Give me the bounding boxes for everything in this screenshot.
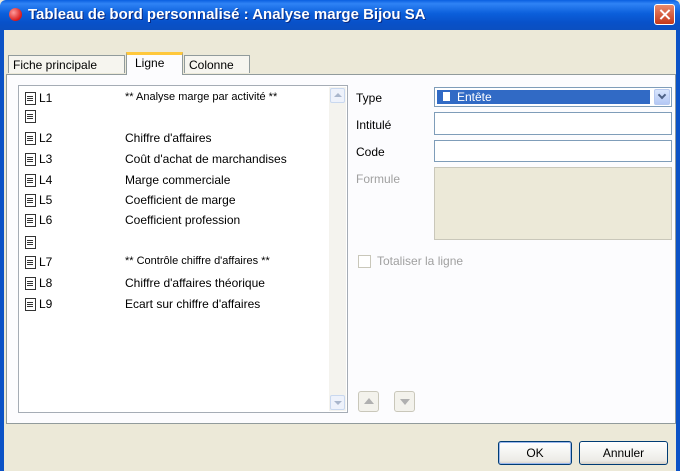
list-item[interactable]: L9 Ecart sur chiffre d'affaires	[19, 296, 329, 314]
line-label: Chiffre d'affaires	[125, 131, 212, 145]
list-item[interactable]: L1 ** Analyse marge par activité **	[19, 90, 329, 108]
list-item[interactable]: L7 ** Contrôle chiffre d'affaires **	[19, 254, 329, 272]
line-label: Chiffre d'affaires théorique	[125, 276, 265, 290]
formule-label: Formule	[356, 172, 401, 186]
list-item[interactable]: L2 Chiffre d'affaires	[19, 130, 329, 148]
code-label: Code	[356, 145, 385, 159]
formule-field	[434, 167, 672, 240]
type-select[interactable]: Entête	[434, 87, 672, 107]
list-item[interactable]: L3 Coût d'achat de marchandises	[19, 151, 329, 169]
tab-ligne[interactable]: Ligne	[126, 52, 183, 75]
chevron-down-icon[interactable]	[654, 89, 670, 105]
list-item[interactable]	[19, 108, 329, 126]
value-icon	[25, 214, 36, 227]
window-frame-right	[676, 30, 680, 471]
line-code: L7	[39, 255, 53, 269]
vertical-scrollbar[interactable]	[329, 87, 346, 411]
document-icon	[25, 256, 36, 269]
list-item[interactable]: L6 Coefficient profession	[19, 212, 329, 230]
line-label: Marge commerciale	[125, 173, 231, 187]
line-label: ** Contrôle chiffre d'affaires **	[125, 255, 270, 267]
tab-label: Fiche principale	[13, 58, 98, 72]
line-label: Ecart sur chiffre d'affaires	[125, 297, 261, 311]
line-label: Coefficient de marge	[125, 193, 236, 207]
list-item[interactable]	[19, 234, 329, 252]
lines-list[interactable]: L1 ** Analyse marge par activité ** L2 Chi…	[18, 85, 348, 413]
intitule-label: Intitulé	[356, 118, 392, 132]
line-code: L5	[39, 193, 53, 207]
document-icon	[25, 153, 36, 166]
list-item[interactable]: L5 Coefficient de marge	[19, 192, 329, 210]
list-item[interactable]: L8 Chiffre d'affaires théorique	[19, 275, 329, 293]
app-icon	[9, 8, 22, 21]
line-code: L4	[39, 173, 53, 187]
scroll-up-icon[interactable]	[330, 88, 345, 103]
scroll-down-icon[interactable]	[330, 395, 345, 410]
formula-icon	[25, 277, 36, 290]
line-code: L1	[39, 91, 53, 105]
annuler-button[interactable]: Annuler	[579, 441, 668, 465]
window-frame-left	[0, 30, 4, 471]
totaliser-checkbox[interactable]	[358, 255, 371, 268]
document-icon	[25, 236, 36, 249]
title-bar: Tableau de bord personnalisé : Analyse m…	[0, 0, 680, 30]
line-label: ** Analyse marge par activité **	[125, 91, 278, 103]
move-up-button[interactable]	[358, 391, 379, 412]
document-icon	[25, 132, 36, 145]
intitule-field[interactable]	[434, 112, 672, 135]
tab-label: Colonne	[189, 58, 234, 72]
tab-label: Ligne	[135, 56, 165, 70]
type-value: Entête	[457, 90, 492, 104]
document-icon	[443, 92, 450, 101]
window-title: Tableau de bord personnalisé : Analyse m…	[28, 6, 426, 23]
line-code: L2	[39, 131, 53, 145]
line-label: Coefficient profession	[125, 213, 241, 227]
move-down-button[interactable]	[394, 391, 415, 412]
formula-icon	[25, 174, 36, 187]
ok-button[interactable]: OK	[498, 441, 572, 465]
tab-colonne[interactable]: Colonne	[184, 55, 250, 73]
code-field[interactable]	[434, 140, 672, 162]
line-code: L3	[39, 152, 53, 166]
line-code: L6	[39, 213, 53, 227]
type-label: Type	[356, 91, 383, 105]
close-button[interactable]	[654, 4, 675, 25]
line-label: Coût d'achat de marchandises	[125, 152, 287, 166]
formula-icon	[25, 194, 36, 207]
totaliser-label: Totaliser la ligne	[377, 254, 464, 268]
list-item[interactable]: L4 Marge commerciale	[19, 172, 329, 190]
document-icon	[25, 92, 36, 105]
formula-icon	[25, 298, 36, 311]
document-icon	[25, 110, 36, 123]
line-code: L9	[39, 297, 53, 311]
line-code: L8	[39, 276, 53, 290]
tab-fiche-principale[interactable]: Fiche principale	[8, 55, 125, 73]
